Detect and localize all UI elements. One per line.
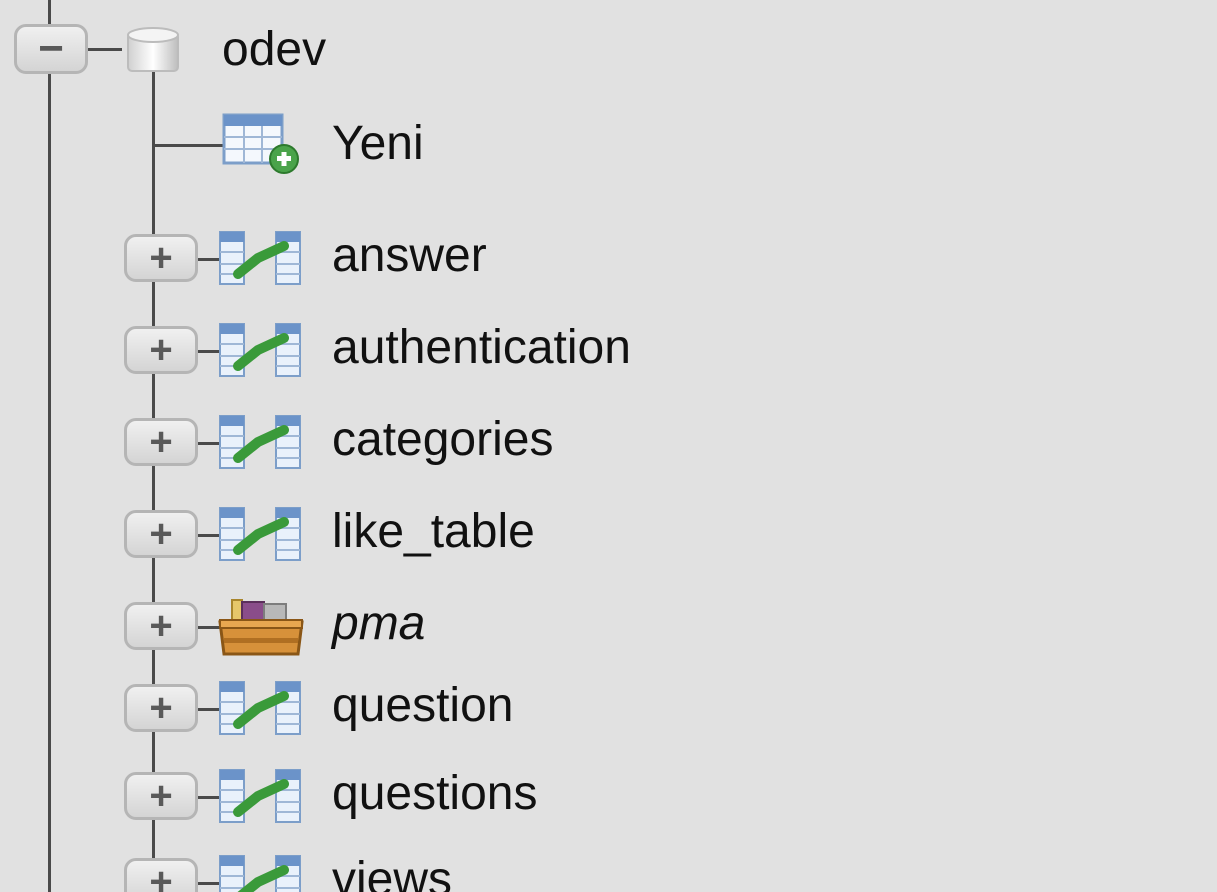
table-icon[interactable] xyxy=(218,766,304,831)
navigation-tree: − odev Yeni + answer + authentication + … xyxy=(0,0,1217,892)
expand-authentication-button[interactable]: + xyxy=(124,326,198,374)
tree-line-outer-top xyxy=(48,0,51,22)
new-table-icon[interactable] xyxy=(222,113,300,175)
table-link-question[interactable]: question xyxy=(332,682,513,730)
table-icon[interactable] xyxy=(218,852,304,892)
table-icon[interactable] xyxy=(218,320,304,385)
table-icon[interactable] xyxy=(218,504,304,569)
table-link-authentication[interactable]: authentication xyxy=(332,324,631,372)
package-icon[interactable] xyxy=(218,596,304,663)
tree-connector-new xyxy=(152,144,224,147)
tree-connector-db xyxy=(88,48,122,51)
table-link-questions[interactable]: questions xyxy=(332,770,537,818)
expand-like-table-button[interactable]: + xyxy=(124,510,198,558)
tree-connector xyxy=(198,534,220,537)
tree-connector xyxy=(198,258,220,261)
tree-connector xyxy=(198,882,220,885)
tree-line-inner xyxy=(152,70,155,892)
expand-answer-button[interactable]: + xyxy=(124,234,198,282)
table-link-pma[interactable]: pma xyxy=(332,600,425,648)
new-table-link[interactable]: Yeni xyxy=(332,120,424,168)
table-link-categories[interactable]: categories xyxy=(332,416,553,464)
expand-pma-button[interactable]: + xyxy=(124,602,198,650)
tree-connector xyxy=(198,350,220,353)
expand-views-button[interactable]: + xyxy=(124,858,198,892)
table-icon[interactable] xyxy=(218,228,304,293)
table-link-like-table[interactable]: like_table xyxy=(332,508,535,556)
tree-connector xyxy=(198,626,220,629)
tree-line-outer xyxy=(48,0,51,892)
database-icon[interactable] xyxy=(120,25,186,77)
collapse-database-button[interactable]: − xyxy=(14,24,88,74)
expand-questions-button[interactable]: + xyxy=(124,772,198,820)
tree-connector xyxy=(198,796,220,799)
table-icon[interactable] xyxy=(218,412,304,477)
table-icon[interactable] xyxy=(218,678,304,743)
tree-connector xyxy=(198,708,220,711)
tree-connector xyxy=(198,442,220,445)
expand-categories-button[interactable]: + xyxy=(124,418,198,466)
database-name[interactable]: odev xyxy=(222,26,326,74)
table-link-views[interactable]: views xyxy=(332,856,452,892)
table-link-answer[interactable]: answer xyxy=(332,232,487,280)
expand-question-button[interactable]: + xyxy=(124,684,198,732)
